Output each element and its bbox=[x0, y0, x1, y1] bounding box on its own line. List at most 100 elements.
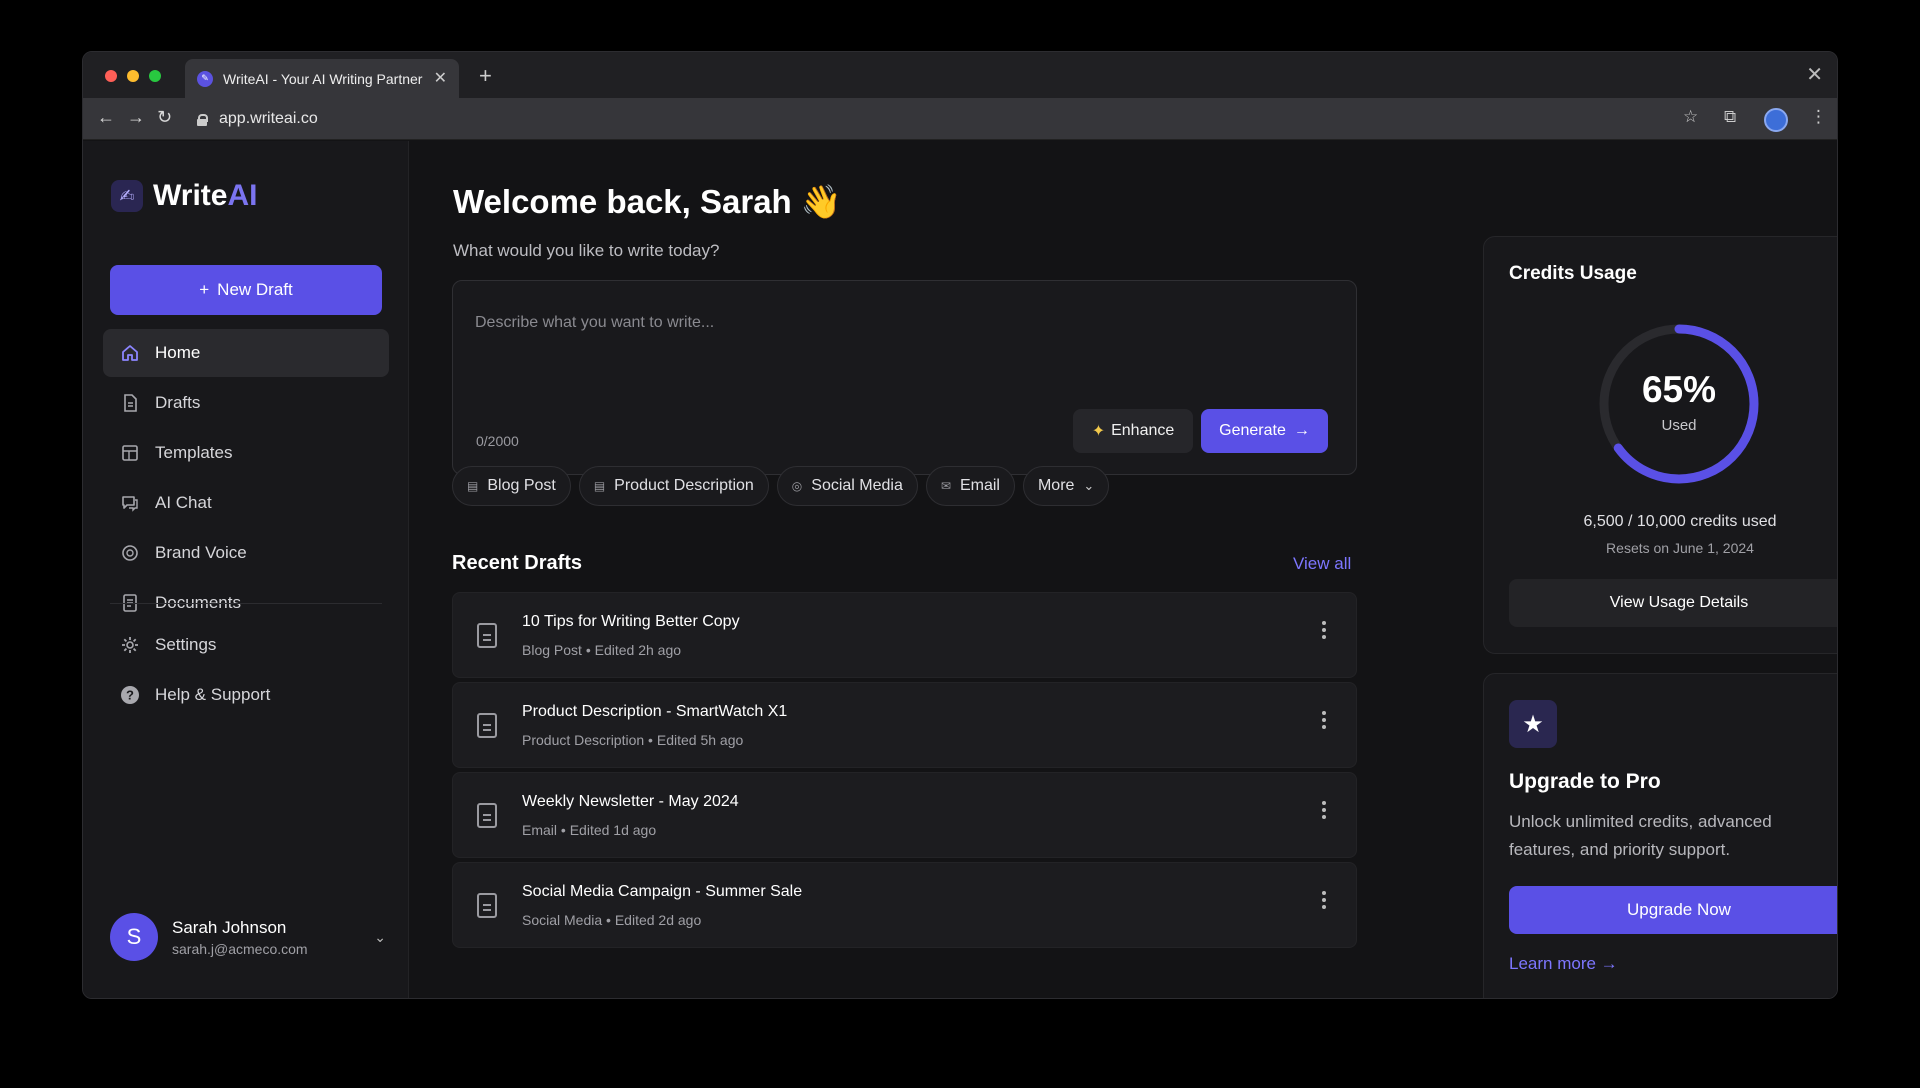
blog-post-icon: ▤ bbox=[467, 479, 479, 493]
sidebar-item-label: Templates bbox=[155, 443, 233, 462]
sidebar-item-label: Brand Voice bbox=[155, 543, 247, 562]
sidebar-item-ai-chat[interactable]: AI Chat bbox=[103, 479, 389, 527]
user-name: Sarah Johnson bbox=[172, 917, 287, 937]
favicon-icon: ✎ bbox=[197, 70, 213, 87]
sidebar-item-label: Help & Support bbox=[155, 685, 271, 704]
maximize-window-button[interactable] bbox=[149, 70, 161, 82]
chip-label: Blog Post bbox=[487, 477, 556, 494]
credits-title: Credits Usage bbox=[1509, 263, 1637, 284]
extensions-icon[interactable]: ⧉ bbox=[1724, 107, 1736, 127]
menu-icon[interactable]: ⋮ bbox=[1810, 107, 1827, 127]
chip-email[interactable]: ✉ Email bbox=[925, 466, 1015, 506]
star-icon[interactable]: ☆ bbox=[1683, 107, 1698, 127]
sidebar-item-home[interactable]: Home bbox=[103, 329, 389, 377]
logo-icon: ✍ bbox=[111, 180, 143, 212]
list-item[interactable]: Weekly Newsletter - May 2024 Email • Edi… bbox=[452, 772, 1357, 858]
sidebar-item-help[interactable]: ? Help & Support bbox=[103, 671, 389, 719]
more-options-icon[interactable] bbox=[1322, 801, 1326, 821]
lock-icon bbox=[197, 113, 208, 126]
more-options-icon[interactable] bbox=[1322, 711, 1326, 731]
main-content: Welcome back, Sarah 👋 What would you lik… bbox=[410, 141, 1837, 998]
chip-product-description[interactable]: ▤ Product Description bbox=[578, 466, 769, 506]
logo-text: WriteAI bbox=[153, 179, 258, 212]
star-icon: ★ bbox=[1509, 700, 1557, 748]
more-options-icon[interactable] bbox=[1322, 891, 1326, 911]
sidebar-item-label: Settings bbox=[155, 635, 217, 654]
enhance-label: Enhance bbox=[1111, 422, 1175, 439]
user-menu[interactable]: S Sarah Johnson sarah.j@acmeco.com ⌄ bbox=[110, 909, 386, 965]
sidebar-item-templates[interactable]: Templates bbox=[103, 429, 389, 477]
list-item[interactable]: Social Media Campaign - Summer Sale Soci… bbox=[452, 862, 1357, 948]
recent-drafts-list: 10 Tips for Writing Better Copy Blog Pos… bbox=[452, 592, 1357, 952]
chip-blog-post[interactable]: ▤ Blog Post bbox=[452, 466, 571, 506]
chip-label: Email bbox=[959, 477, 1000, 494]
sidebar-item-settings[interactable]: Settings bbox=[103, 621, 389, 669]
sidebar-item-drafts[interactable]: Drafts bbox=[103, 379, 389, 427]
upgrade-pro-card: ★ Upgrade to Pro Unlock unlimited credit… bbox=[1483, 673, 1837, 998]
learn-more-link[interactable]: Learn more → bbox=[1509, 954, 1618, 974]
document-icon bbox=[477, 803, 497, 828]
gear-icon bbox=[119, 634, 141, 656]
list-item[interactable]: Product Description - SmartWatch X1 Prod… bbox=[452, 682, 1357, 768]
draft-meta: Email • Edited 1d ago bbox=[522, 822, 657, 838]
chip-more[interactable]: More ⌄ bbox=[1022, 466, 1110, 506]
generate-button[interactable]: Generate → bbox=[1201, 409, 1328, 453]
view-all-link[interactable]: View all bbox=[1293, 554, 1351, 574]
prompt-box: 0/2000 ✦ Enhance Generate → bbox=[452, 280, 1357, 475]
generate-label: Generate bbox=[1219, 422, 1286, 439]
close-window-button[interactable] bbox=[105, 70, 117, 82]
tab-bar: ✎ WriteAI - Your AI Writing Partner ✕ + … bbox=[83, 52, 1837, 98]
draft-meta: Blog Post • Edited 2h ago bbox=[522, 642, 682, 658]
draft-title: 10 Tips for Writing Better Copy bbox=[522, 613, 740, 630]
arrow-right-icon: → bbox=[1293, 422, 1310, 439]
pro-description: Unlock unlimited credits, advanced featu… bbox=[1509, 812, 1772, 859]
chevron-down-icon[interactable]: ⌄ bbox=[374, 929, 386, 946]
back-icon[interactable]: ← bbox=[97, 107, 115, 128]
new-tab-icon[interactable]: + bbox=[479, 63, 492, 89]
sidebar-secondary-nav: Settings ? Help & Support bbox=[103, 621, 389, 721]
product-icon: ▤ bbox=[593, 479, 606, 493]
new-draft-button[interactable]: + New Draft bbox=[110, 265, 382, 315]
brand-voice-icon bbox=[119, 542, 141, 564]
browser-window: ✎ WriteAI - Your AI Writing Partner ✕ + … bbox=[82, 51, 1838, 999]
credits-used-label: Used bbox=[1661, 417, 1697, 434]
logo[interactable]: ✍ WriteAI bbox=[111, 179, 257, 213]
sidebar-nav: Home Drafts Templates AI Chat Brand Voic… bbox=[103, 329, 389, 629]
url-field[interactable]: app.writeai.co bbox=[183, 104, 1673, 134]
draft-meta: Product Description • Edited 5h ago bbox=[522, 732, 744, 748]
url-text: app.writeai.co bbox=[219, 110, 318, 127]
sidebar-divider bbox=[110, 603, 382, 604]
document-icon bbox=[477, 623, 497, 648]
sparkle-icon: ✦ bbox=[1091, 423, 1106, 440]
page-subtitle: What would you like to write today? bbox=[453, 241, 720, 260]
learn-more-label: Learn more bbox=[1509, 954, 1596, 973]
view-usage-details-button[interactable]: View Usage Details bbox=[1509, 579, 1837, 627]
tab-title: WriteAI - Your AI Writing Partner bbox=[223, 70, 423, 87]
page-title: Welcome back, Sarah 👋 bbox=[453, 183, 842, 220]
minimize-window-button[interactable] bbox=[127, 70, 139, 82]
credits-progress-ring: 65% Used bbox=[1596, 321, 1762, 487]
prompt-input[interactable] bbox=[475, 303, 1335, 343]
enhance-button[interactable]: ✦ Enhance bbox=[1073, 409, 1193, 453]
reload-icon[interactable]: ↻ bbox=[157, 107, 172, 128]
arrow-right-icon: → bbox=[1600, 954, 1618, 973]
chip-label: More bbox=[1037, 477, 1075, 494]
browser-tab[interactable]: ✎ WriteAI - Your AI Writing Partner ✕ bbox=[185, 59, 459, 98]
pro-title: Upgrade to Pro bbox=[1509, 770, 1661, 793]
chip-label: Social Media bbox=[811, 477, 903, 494]
close-tab-icon[interactable]: ✕ bbox=[434, 70, 447, 87]
document-icon bbox=[477, 893, 497, 918]
upgrade-now-button[interactable]: Upgrade Now bbox=[1509, 886, 1837, 934]
forward-icon[interactable]: → bbox=[127, 107, 145, 128]
more-options-icon[interactable] bbox=[1322, 621, 1326, 641]
social-icon: ◎ bbox=[791, 479, 803, 493]
sidebar-item-brand-voice[interactable]: Brand Voice bbox=[103, 529, 389, 577]
credits-count: 6,500 / 10,000 credits used bbox=[1583, 513, 1777, 530]
draft-title: Social Media Campaign - Summer Sale bbox=[522, 883, 803, 900]
chip-social-media[interactable]: ◎ Social Media bbox=[776, 466, 918, 506]
close-icon[interactable]: ✕ bbox=[1806, 62, 1823, 87]
credits-percent: 65% bbox=[1641, 369, 1717, 410]
profile-avatar-icon[interactable] bbox=[1764, 108, 1788, 132]
address-bar: ← → ↻ app.writeai.co ☆ ⧉ ⋮ bbox=[83, 98, 1837, 140]
list-item[interactable]: 10 Tips for Writing Better Copy Blog Pos… bbox=[452, 592, 1357, 678]
